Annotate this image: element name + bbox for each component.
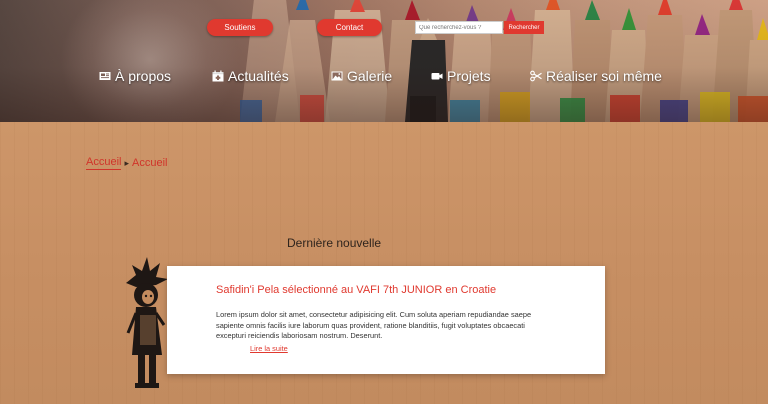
nav-label-projets: Projets (447, 68, 491, 84)
breadcrumb-separator: ▸ (124, 157, 129, 168)
nav-item-projets[interactable]: Projets (431, 66, 491, 86)
nav-label-actualites: Actualités (228, 68, 289, 84)
nav-label-galerie: Galerie (347, 68, 393, 84)
breadcrumb-item-current[interactable]: Accueil (132, 157, 167, 169)
header-banner (0, 0, 768, 122)
news-title-link[interactable]: Safidin'i Pela sélectionné au VAFI 7th J… (216, 284, 496, 296)
video-camera-icon (431, 73, 443, 80)
character-illustration (126, 257, 168, 388)
scissors-icon (530, 70, 542, 82)
nav-item-a-propos[interactable]: À propos (99, 66, 171, 86)
nav-item-actualites[interactable]: Actualités (212, 66, 289, 86)
search-input[interactable] (415, 21, 503, 34)
nav-label-a-propos: À propos (115, 68, 172, 84)
calendar-icon (212, 70, 224, 82)
read-more-link[interactable]: Lire la suite (250, 344, 288, 353)
newspaper-icon (99, 72, 111, 80)
nav-item-realiser-soi-meme[interactable]: Réaliser soi même (530, 66, 662, 86)
breadcrumb-item-home[interactable]: Accueil (86, 156, 122, 170)
soutiens-button[interactable]: Soutiens (207, 19, 273, 36)
contact-button[interactable]: Contact (317, 19, 382, 36)
search-button[interactable]: Rechercher (504, 21, 544, 34)
news-card: Safidin'i Pela sélectionné au VAFI 7th J… (167, 266, 605, 374)
news-excerpt: Lorem ipsum dolor sit amet, consectetur … (216, 310, 532, 340)
nav-item-galerie[interactable]: Galerie (331, 66, 392, 86)
nav-label-realiser-soi-meme: Réaliser soi même (546, 68, 662, 84)
breadcrumb: Accueil ▸ Accueil (86, 156, 167, 170)
section-title: Dernière nouvelle (287, 236, 382, 250)
banner-shade (0, 0, 768, 122)
image-icon (331, 71, 343, 81)
